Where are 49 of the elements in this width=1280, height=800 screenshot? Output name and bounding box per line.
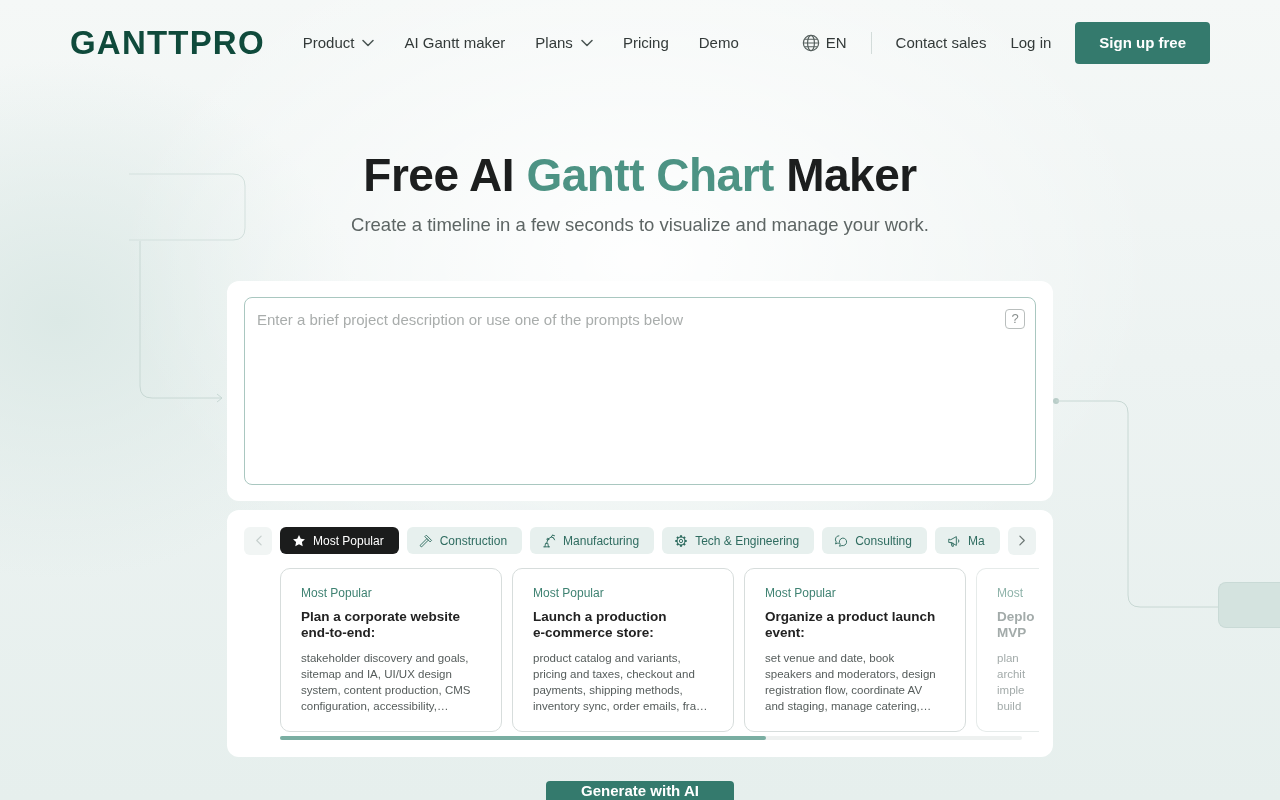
gear-icon: [674, 533, 689, 548]
nav-link[interactable]: Product: [302, 34, 375, 51]
scrollbar-track[interactable]: [280, 736, 1022, 740]
language-selector[interactable]: EN: [801, 33, 847, 52]
card-tag: Most: [997, 585, 1039, 601]
chevron-right-icon: [1018, 535, 1026, 546]
card-title: Plan a corporate website end-to-end:: [301, 609, 462, 641]
decor-block: [1218, 582, 1280, 628]
category-tab[interactable]: Most Popular: [280, 527, 399, 554]
card-description: plan archit imple build: [997, 651, 1027, 714]
card-tag: Most Popular: [765, 585, 944, 601]
subtitle: Create a timeline in a few seconds to visualize and manage your work.: [351, 213, 929, 237]
card-title: Launch a production e-commerce store:: [533, 609, 668, 641]
card-tag: Most Popular: [301, 585, 480, 601]
card-description: stakeholder discovery and goals, sitemap and IA, UI/UX design system, content production, CMS configuration, accessibility,…: [301, 651, 472, 714]
card-description: set venue and date, book speakers and moderators, design registration flow, coordinate AV and staging, manage catering,…: [765, 651, 937, 714]
card-title: Deplo MVP: [997, 609, 1036, 641]
login-link[interactable]: Log in: [1010, 34, 1052, 51]
category-tab[interactable]: Ma: [934, 527, 1000, 554]
prompt-card[interactable]: Most Popular Organize a product launch event: set venue and date, book speakers and moderators, design registration flow, coordinate AV and staging, manage catering,…: [744, 568, 966, 732]
category-tab[interactable]: Consulting: [822, 527, 927, 554]
caret-down-icon: [362, 38, 375, 47]
category-tab[interactable]: Construction: [406, 527, 523, 554]
nav-link[interactable]: Demo: [698, 34, 739, 51]
card-description: product catalog and variants, pricing and taxes, checkout and payments, shipping methods, inventory sync, order emails, fra…: [533, 651, 709, 714]
megaphone-icon: [946, 533, 961, 548]
robot-arm-icon: [542, 533, 557, 548]
signup-button[interactable]: Sign up free: [1075, 21, 1210, 64]
generate-button[interactable]: Generate with AI: [546, 781, 734, 800]
category-tab[interactable]: Tech & Engineering: [662, 527, 815, 554]
star-icon: [292, 533, 306, 548]
chevron-left-icon: [254, 535, 262, 546]
contact-sales-link[interactable]: Contact sales: [895, 34, 987, 51]
prompt-card[interactable]: Most Popular Plan a corporate website end-to-end: stakeholder discovery and goals, sitemap and IA, UI/UX design system, content production, CMS configuration, accessibility,…: [280, 568, 502, 732]
card-title: Organize a product launch event:: [765, 609, 937, 641]
logo[interactable]: GANTTPRO: [70, 26, 265, 59]
hammer-icon: [418, 533, 433, 548]
nav-link[interactable]: Plans: [535, 34, 593, 51]
page-title: Free AI Gantt Chart Maker: [363, 148, 917, 203]
next-button[interactable]: [1008, 526, 1036, 555]
globe-icon: [801, 33, 820, 52]
card-tag: Most Popular: [533, 585, 712, 601]
scrollbar-thumb[interactable]: [280, 736, 766, 740]
caret-down-icon: [580, 38, 593, 47]
chat-bubbles-icon: [834, 533, 849, 548]
nav-link[interactable]: AI Gantt maker: [404, 34, 506, 51]
category-tab[interactable]: Manufacturing: [530, 527, 655, 554]
nav-link[interactable]: Pricing: [622, 34, 669, 51]
prompt-card[interactable]: Most Popular Launch a production e-commerce store: product catalog and variants, pricing and taxes, checkout and payments, shipping methods, inventory sync, order emails, fra…: [512, 568, 734, 732]
